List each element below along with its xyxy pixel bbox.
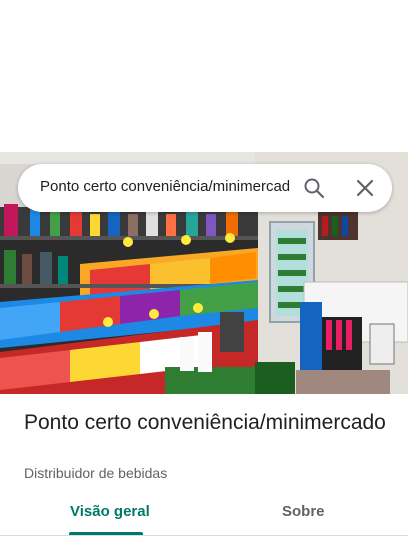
close-icon[interactable] — [353, 176, 377, 200]
search-bar[interactable]: Ponto certo conveniência/minimercado — [18, 164, 392, 212]
place-category[interactable]: Distribuidor de bebidas — [24, 465, 167, 481]
tab-about[interactable]: Sobre — [282, 503, 325, 520]
search-icon[interactable] — [302, 176, 326, 200]
search-input[interactable]: Ponto certo conveniência/minimercado — [40, 177, 290, 197]
place-title: Ponto certo conveniência/minimercado — [24, 411, 386, 434]
tabs-divider — [0, 535, 408, 536]
tab-overview[interactable]: Visão geral — [70, 503, 150, 520]
